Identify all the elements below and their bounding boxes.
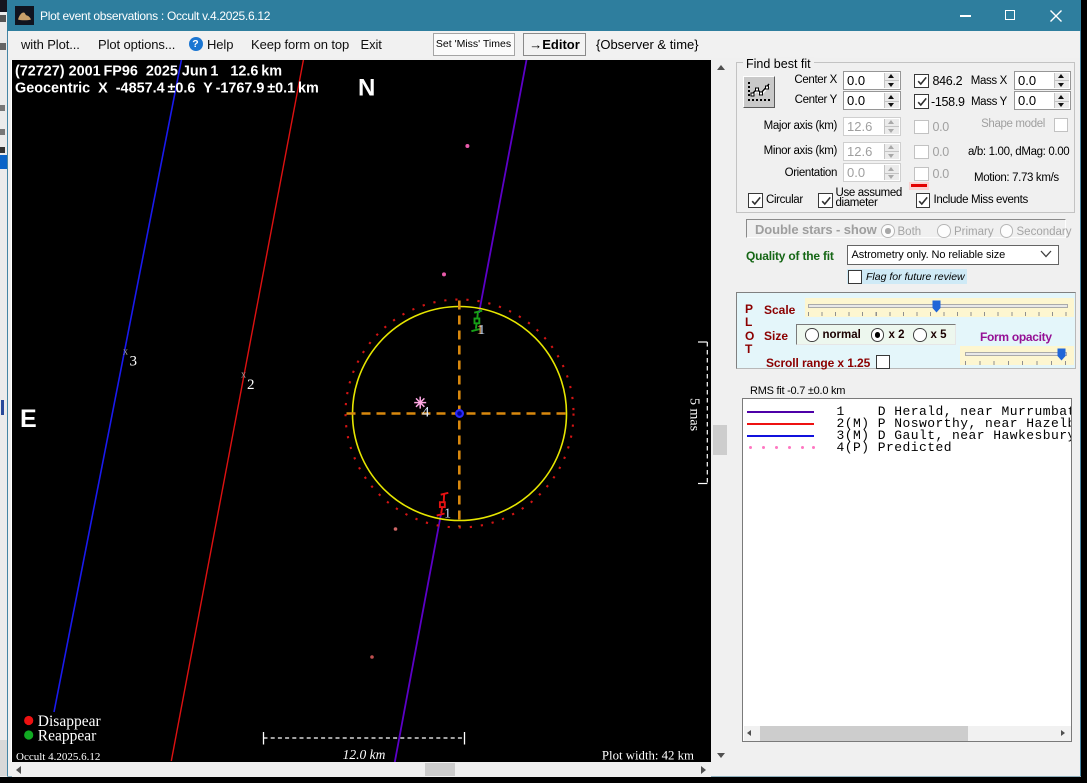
- svg-text:x: x: [123, 347, 128, 358]
- svg-text:5 mas: 5 mas: [687, 398, 702, 431]
- svg-text:4: 4: [422, 405, 430, 421]
- svg-text:(72727) 2001 FP96 2025 Jun 1: (72727) 2001 FP96 2025 Jun 1 12.6 km: [15, 64, 282, 80]
- svg-text:Geocentric X -4857.4 ±0.6 Y: Geocentric X -4857.4 ±0.6 Y -1767.9 ±0.1…: [15, 81, 319, 97]
- svg-text:Plot width: 42 km: Plot width: 42 km: [602, 749, 694, 763]
- svg-text:Reappear: Reappear: [38, 727, 97, 744]
- svg-text:2: 2: [247, 377, 255, 393]
- svg-text:x: x: [241, 369, 246, 380]
- svg-text:1: 1: [444, 505, 451, 520]
- svg-text:N: N: [358, 75, 375, 102]
- svg-text:3: 3: [130, 354, 138, 370]
- svg-text:Occult 4.2025.6.12: Occult 4.2025.6.12: [16, 751, 100, 762]
- svg-text:12.0 km: 12.0 km: [343, 747, 386, 762]
- svg-text:1: 1: [478, 322, 485, 337]
- svg-text:E: E: [20, 405, 37, 433]
